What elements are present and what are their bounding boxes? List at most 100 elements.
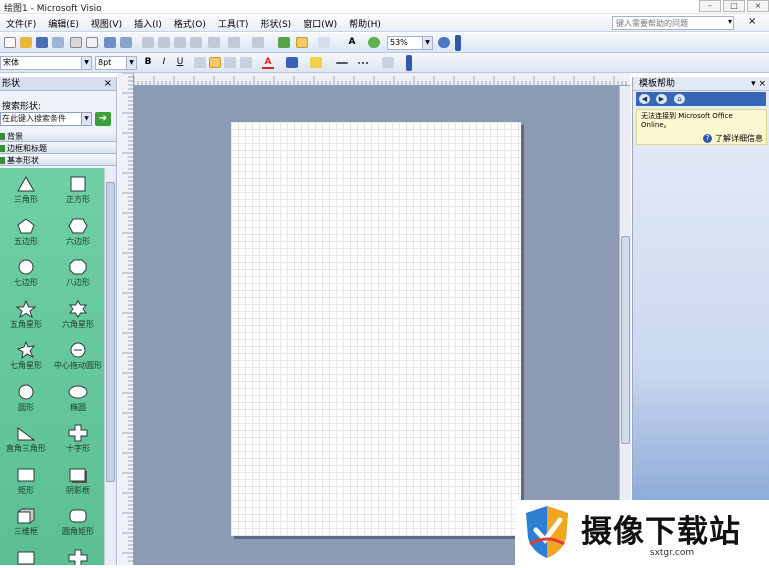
cut-icon[interactable] xyxy=(142,37,154,48)
search-label: 搜索形状: xyxy=(2,102,42,112)
shape-item[interactable]: 十字形 xyxy=(52,421,104,463)
forward-icon[interactable]: ▶ xyxy=(656,94,667,104)
shape-item[interactable]: 六边形 xyxy=(52,214,104,256)
text-tool-icon[interactable]: A xyxy=(346,36,358,49)
drawing-canvas[interactable] xyxy=(134,86,619,565)
paste-icon[interactable] xyxy=(174,37,186,48)
new-icon[interactable] xyxy=(4,37,16,48)
menu-view[interactable]: 视图(V) xyxy=(85,17,128,30)
line-color-icon[interactable] xyxy=(286,57,298,68)
open-icon[interactable] xyxy=(20,37,32,48)
watermark-url: sxtgr.com xyxy=(649,548,695,558)
menu-format[interactable]: 格式(O) xyxy=(168,17,212,30)
shape-item[interactable]: 七角星形 xyxy=(0,338,52,380)
close-icon[interactable]: × xyxy=(104,77,112,91)
shape-item[interactable]: 矩形 xyxy=(0,463,52,505)
taskpane-controls-icon[interactable]: ▾ × xyxy=(751,77,766,91)
print-preview-icon[interactable] xyxy=(86,37,98,48)
stencil-background[interactable]: 背景 xyxy=(0,131,116,142)
shape-item[interactable]: 阴影框 xyxy=(52,463,104,505)
text-direction-icon[interactable] xyxy=(240,57,252,68)
chevron-down-icon[interactable]: ▼ xyxy=(81,113,91,125)
delete-icon[interactable] xyxy=(190,37,202,48)
research-icon[interactable] xyxy=(120,37,132,48)
underline-button[interactable]: U xyxy=(174,56,186,69)
shape-item[interactable]: 六角星形 xyxy=(52,297,104,339)
shape-item[interactable]: 三维框 xyxy=(0,504,52,546)
align-right-icon[interactable] xyxy=(224,57,236,68)
document-close-icon[interactable]: × xyxy=(748,16,756,27)
align-left-icon[interactable] xyxy=(194,57,206,68)
fill-color-icon[interactable] xyxy=(310,57,322,68)
toolbar-options-icon[interactable] xyxy=(406,55,412,71)
connector-tool-icon[interactable] xyxy=(318,37,330,48)
learn-more-link[interactable]: 了解详细信息 xyxy=(715,134,763,143)
shape-item[interactable] xyxy=(0,546,52,566)
menu-file[interactable]: 文件(F) xyxy=(0,17,42,30)
save-icon[interactable] xyxy=(36,37,48,48)
permission-icon[interactable] xyxy=(52,37,64,48)
shape-item[interactable]: 五边形 xyxy=(0,214,52,256)
stencil-borders-titles[interactable]: 边框和标题 xyxy=(0,143,116,154)
standard-toolbar: A 53% ▼ xyxy=(0,33,769,53)
undo-icon[interactable] xyxy=(228,37,240,48)
line-ends-icon[interactable] xyxy=(382,57,394,68)
print-icon[interactable] xyxy=(70,37,82,48)
redo-icon[interactable] xyxy=(252,37,264,48)
menu-edit[interactable]: 编辑(E) xyxy=(42,17,85,30)
spelling-icon[interactable] xyxy=(104,37,116,48)
shield-logo-icon xyxy=(526,506,568,558)
bold-button[interactable]: B xyxy=(142,56,154,69)
shape-item[interactable]: 三角形 xyxy=(0,172,52,214)
font-select[interactable]: 宋体 ▼ xyxy=(0,56,92,70)
maximize-button[interactable]: □ xyxy=(723,0,745,12)
menu-tools[interactable]: 工具(T) xyxy=(212,17,255,30)
shape-item[interactable]: 七边形 xyxy=(0,255,52,297)
drawing-page[interactable] xyxy=(231,122,521,536)
line-pattern-icon[interactable] xyxy=(358,62,370,64)
shape-item[interactable]: 五角星形 xyxy=(0,297,52,339)
menu-window[interactable]: 窗口(W) xyxy=(297,17,343,30)
shape-label: 矩形 xyxy=(18,485,34,495)
shapes-window-icon[interactable] xyxy=(278,37,290,48)
menu-shape[interactable]: 形状(S) xyxy=(254,17,297,30)
back-icon[interactable]: ◀ xyxy=(639,94,650,104)
help-icon[interactable] xyxy=(438,37,450,48)
home-icon[interactable]: ⌂ xyxy=(674,94,685,104)
italic-button[interactable]: I xyxy=(158,56,170,69)
scrollbar-thumb[interactable] xyxy=(106,182,115,482)
stamp-tool-icon[interactable] xyxy=(368,37,380,48)
shape-item[interactable]: 正方形 xyxy=(52,172,104,214)
vertical-scrollbar[interactable] xyxy=(619,86,631,565)
cross-icon xyxy=(68,424,88,442)
line-weight-icon[interactable] xyxy=(336,62,348,64)
chevron-down-icon[interactable]: ▾ xyxy=(728,17,732,26)
taskpane-title: 模板帮助 xyxy=(639,79,676,89)
shape-item[interactable] xyxy=(52,546,104,565)
scrollbar-thumb[interactable] xyxy=(621,236,630,444)
font-color-icon[interactable]: A xyxy=(262,56,274,69)
shape-search-input[interactable]: 在此键入搜索条件 ▼ xyxy=(0,112,92,126)
minimize-button[interactable]: – xyxy=(699,0,721,12)
square-icon xyxy=(70,176,86,192)
pointer-tool-icon[interactable] xyxy=(296,37,308,48)
zoom-select[interactable]: 53% ▼ xyxy=(387,36,433,50)
menu-insert[interactable]: 插入(I) xyxy=(128,17,168,30)
help-search-input[interactable]: 键入需要帮助的问题 xyxy=(612,16,734,30)
search-go-button[interactable]: ➔ xyxy=(95,112,111,126)
shape-item[interactable]: 椭圆 xyxy=(52,380,104,422)
shape-item[interactable]: 八边形 xyxy=(52,255,104,297)
toolbar-options-icon[interactable] xyxy=(455,35,461,51)
shape-item[interactable]: 圆角矩形 xyxy=(52,504,104,546)
align-center-icon[interactable] xyxy=(209,57,221,68)
shape-item[interactable]: 中心拖动圆形 xyxy=(52,338,104,380)
shapes-scrollbar[interactable] xyxy=(104,168,116,565)
copy-icon[interactable] xyxy=(158,37,170,48)
shape-item[interactable]: 圆形 xyxy=(0,380,52,422)
stencil-basic-shapes[interactable]: 基本形状 xyxy=(0,155,116,166)
close-button[interactable]: × xyxy=(747,0,769,12)
format-painter-icon[interactable] xyxy=(208,37,220,48)
shape-item[interactable]: 直角三角形 xyxy=(0,421,52,463)
font-size-select[interactable]: 8pt ▼ xyxy=(95,56,137,70)
menu-help[interactable]: 帮助(H) xyxy=(343,17,387,30)
